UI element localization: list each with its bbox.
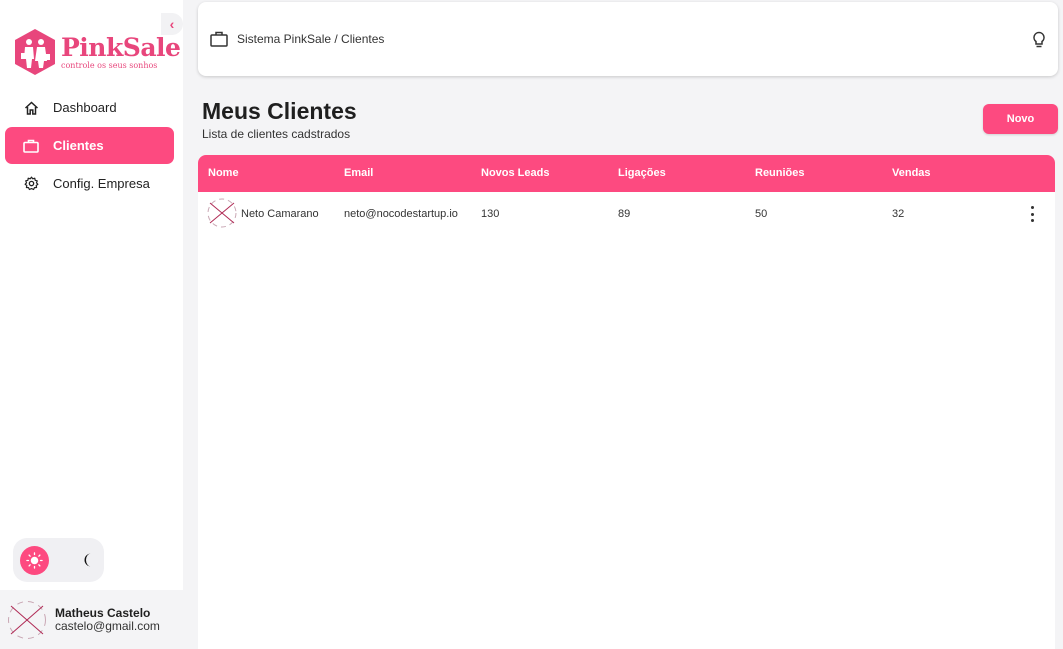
shopping-people-hexagon-icon: [15, 29, 55, 75]
user-profile[interactable]: Matheus Castelo castelo@gmail.com: [0, 590, 183, 649]
brand-tagline: controle os seus sonhos: [61, 61, 158, 70]
chevron-left-icon: ‹: [169, 16, 175, 32]
gear-icon: [23, 176, 39, 192]
top-bar: Sistema PinkSale / Clientes: [198, 2, 1058, 76]
dark-theme-button[interactable]: [74, 546, 103, 575]
user-email: castelo@gmail.com: [55, 618, 160, 633]
sun-icon: [26, 551, 43, 569]
sidebar-item-dashboard[interactable]: Dashboard: [5, 89, 174, 126]
sidebar-item-config-empresa[interactable]: Config. Empresa: [5, 165, 174, 202]
cell-email: neto@nocodestartup.io: [344, 208, 458, 220]
cell-reunioes: 50: [755, 208, 768, 220]
briefcase-icon: [210, 31, 228, 47]
light-theme-button[interactable]: [20, 545, 49, 575]
sidebar-item-clientes[interactable]: Clientes: [5, 127, 174, 164]
clients-table: Nome Email Novos Leads Ligações Reuniões…: [198, 155, 1055, 649]
column-header-reunioes[interactable]: Reuniões: [755, 155, 805, 192]
column-header-ligacoes[interactable]: Ligações: [618, 155, 666, 192]
theme-toggle: [13, 538, 104, 582]
cell-vendas: 32: [892, 208, 905, 220]
new-client-button[interactable]: Novo: [983, 104, 1058, 134]
brand-logo[interactable]: PinkSale controle os seus sonhos: [13, 28, 181, 76]
brand-name: PinkSale: [61, 33, 181, 62]
home-icon: [23, 100, 39, 116]
sidebar-item-label: Dashboard: [53, 100, 117, 115]
row-actions-menu-icon[interactable]: [1029, 206, 1035, 222]
briefcase-icon: [23, 138, 39, 154]
sidebar: ‹ PinkSale controle os seus sonhos Dashb…: [0, 0, 183, 649]
breadcrumb: Sistema PinkSale / Clientes: [237, 32, 385, 46]
column-header-vendas[interactable]: Vendas: [892, 155, 931, 192]
column-header-email[interactable]: Email: [344, 155, 373, 192]
column-header-novos-leads[interactable]: Novos Leads: [481, 155, 549, 192]
avatar: [207, 198, 237, 228]
table-header: Nome Email Novos Leads Ligações Reuniões…: [198, 155, 1055, 192]
table-row[interactable]: Neto Camarano neto@nocodestartup.io 130 …: [198, 192, 1055, 236]
lightbulb-icon[interactable]: [1032, 31, 1046, 49]
page-title: Meus Clientes: [202, 98, 357, 124]
moon-icon: [84, 553, 91, 567]
cell-nome: Neto Camarano: [241, 208, 319, 220]
sidebar-item-label: Config. Empresa: [53, 176, 150, 191]
page-subtitle: Lista de clientes cadstrados: [202, 127, 351, 141]
user-name: Matheus Castelo: [55, 605, 151, 620]
collapse-sidebar-button[interactable]: ‹: [161, 13, 183, 35]
column-header-nome[interactable]: Nome: [208, 155, 239, 192]
avatar: [8, 600, 46, 639]
sidebar-nav: Dashboard Clientes Config. Empresa: [5, 89, 174, 203]
sidebar-item-label: Clientes: [53, 138, 104, 153]
cell-novos-leads: 130: [481, 208, 500, 220]
cell-ligacoes: 89: [618, 208, 631, 220]
